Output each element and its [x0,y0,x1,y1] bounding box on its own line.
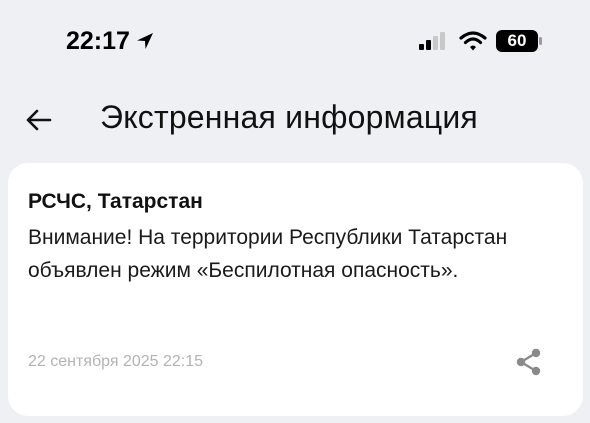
status-time: 22:17 [66,26,130,55]
status-bar: 22:17 60 [0,0,590,80]
page-header: Экстренная информация [0,95,590,147]
cellular-signal-icon [417,30,449,52]
alert-timestamp: 22 сентября 2025 22:15 [28,353,204,370]
wifi-icon [459,30,487,52]
alert-message: Внимание! На территории Республики Татар… [28,226,508,282]
page-title: Экстренная информация [100,99,478,135]
alert-source: РСЧС, Татарстан [28,190,203,213]
battery-level: 60 [507,31,527,50]
arrow-left-icon [26,109,52,131]
location-arrow-icon [135,31,155,51]
status-indicators: 60 [417,26,542,56]
back-button[interactable] [20,101,58,139]
battery-icon: 60 [496,30,542,52]
alert-card[interactable]: РСЧС, Татарстан Внимание! На территории … [8,163,583,416]
share-icon [516,348,541,376]
status-time-group: 22:17 [66,26,155,56]
share-button[interactable] [513,346,545,378]
